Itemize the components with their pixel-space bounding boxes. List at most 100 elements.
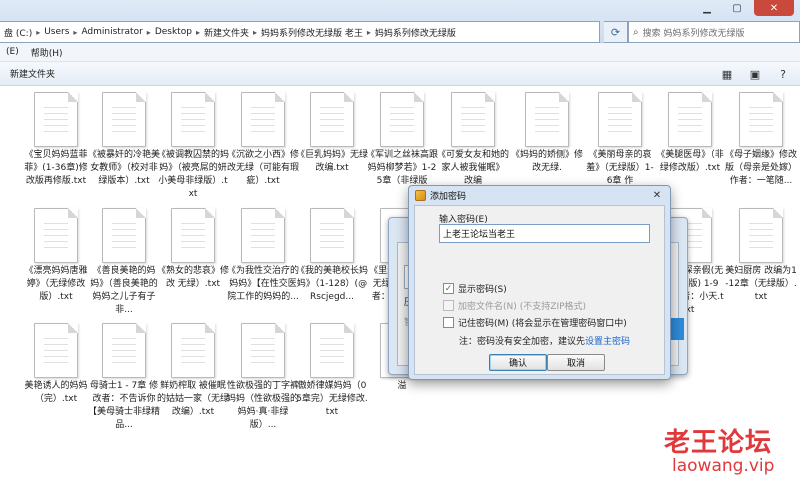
remember-password-checkbox[interactable]: 记住密码(M) (将会显示在管理密码窗口中) (443, 316, 627, 329)
file-item[interactable]: 《宝贝妈妈蓝菲菲》(1-36章)修改版再修版.txt (20, 92, 92, 188)
file-name: 《熟女的悲哀》修改 无绿）.txt (157, 266, 229, 289)
text-file-icon (34, 208, 78, 263)
file-name: 鲜奶榨取 被催眠的姑姑一家（无绿改编）.txt (157, 381, 229, 417)
file-item[interactable]: 《我的美艳校长妈妈》（1-128）(@Rscjegd... (296, 208, 368, 304)
file-name: 《母子姻缘》修改版（母亲是处嫁）作者：一笔随... (725, 150, 797, 186)
file-item[interactable]: 《可爱女友和她的家人被我催眠》 改编 (437, 92, 509, 188)
file-item[interactable]: 《沉欲之小西》修改无绿（可能有瑕疵）.txt (227, 92, 299, 188)
text-file-icon (310, 208, 354, 263)
file-item[interactable]: 《善良美艳的妈妈》（善良美艳的妈妈之儿子有子 非... (88, 208, 160, 317)
search-input[interactable]: ⌕ 搜索 妈妈系列修改无绿版 (628, 21, 800, 43)
file-item[interactable]: 《军训之丝袜高跟妈妈柳梦若》1-25章（非绿版 (366, 92, 438, 188)
search-icon: ⌕ (633, 26, 639, 38)
file-name: 母骑士1 - 7章 修改者：不告诉你【美母骑士非绿精品... (88, 381, 160, 430)
minimize-button[interactable]: ▁ (694, 0, 720, 16)
view-options-icon[interactable]: ▦ (718, 66, 736, 82)
file-name: 《善良美艳的妈妈》（善良美艳的妈妈之儿子有子 非... (90, 266, 158, 315)
file-name: 《宝贝妈妈蓝菲菲》(1-36章)修改版再修版.txt (24, 150, 88, 186)
file-item[interactable]: 《美丽母亲的哀羞》（无绿版）1-6章 作 (584, 92, 656, 188)
new-folder-button[interactable]: 新建文件夹 (10, 67, 55, 80)
file-item[interactable]: 《被调教囚禁的妈妈》（被亮屌的妍小美母非绿版）.txt (157, 92, 229, 201)
dialog-title: 添加密码 (430, 191, 467, 202)
preview-pane-icon[interactable]: ▣ (746, 66, 764, 82)
cancel-button[interactable]: 取消 (547, 354, 605, 371)
file-name: 《军训之丝袜高跟妈妈柳梦若》1-25章（非绿版 (366, 150, 438, 186)
refresh-button[interactable]: ⟳ (604, 21, 628, 43)
file-item[interactable]: 《熟女的悲哀》修改 无绿）.txt (157, 208, 229, 291)
set-master-password-link[interactable]: 设置主密码 (585, 337, 630, 347)
text-file-icon (380, 92, 424, 147)
text-file-icon (102, 323, 146, 378)
file-name: 《我的美艳校长妈妈》（1-128）(@Rscjegd... (296, 266, 368, 302)
encrypt-filename-checkbox: 加密文件名(N) (不支持ZIP格式) (443, 299, 586, 312)
file-item[interactable]: 《被暴奸的冷艳美女教师》（校对非绿版本）.txt (88, 92, 160, 188)
menu-bar: (E) 帮助(H) (0, 43, 800, 62)
confirm-button[interactable]: 确认 (489, 354, 547, 371)
breadcrumb-administrator[interactable]: Administrator (78, 27, 145, 37)
file-item[interactable]: 《巨乳妈妈》无绿改编.txt (296, 92, 368, 175)
text-file-icon (34, 92, 78, 147)
help-icon[interactable]: ? (774, 66, 792, 82)
security-note-text: 注：密码没有安全加密，建议先 (459, 337, 586, 347)
file-name: 性欲极强的丁字裤妈妈（性欲极强的妈妈·真·非绿版）... (227, 381, 299, 430)
text-file-icon (310, 323, 354, 378)
file-item[interactable]: 《母子姻缘》修改版（母亲是处嫁）作者：一笔随... (725, 92, 797, 188)
file-item[interactable]: 《妈妈的娇侧》修改无绿. (511, 92, 583, 175)
text-file-icon (171, 208, 215, 263)
text-file-icon (525, 92, 569, 147)
encrypt-filename-label: 加密文件名(N) (458, 302, 517, 312)
file-item[interactable]: 性欲极强的丁字裤妈妈（性欲极强的妈妈·真·非绿版）... (227, 323, 299, 432)
window-controls: ▁ ▢ ✕ (694, 0, 794, 16)
file-name: 《漂亮妈妈唐雅婷》（无绿修改版）.txt (24, 266, 88, 302)
dialog-body: 输入密码(E) ✓ 显示密码(S) 加密文件名(N) (不支持ZIP格式) 记住… (414, 205, 665, 375)
maximize-button[interactable]: ▢ (724, 0, 750, 16)
text-file-icon (102, 92, 146, 147)
close-icon[interactable]: ✕ (650, 188, 664, 202)
file-item[interactable]: 《为我性交治疗的妈妈》【在性交医院工作的妈妈的... (227, 208, 299, 304)
file-name: 《被调教囚禁的妈妈》（被亮屌的妍小美母非绿版）.txt (157, 150, 229, 199)
file-name: 美妇厨房 改编为1-12章（无绿版）.txt (725, 266, 797, 302)
text-file-icon (739, 92, 783, 147)
file-item[interactable]: 美妇厨房 改编为1-12章（无绿版）.txt (725, 208, 797, 304)
watermark-url: laowang.vip (672, 456, 775, 476)
menu-help[interactable]: 帮助(H) (25, 46, 69, 59)
breadcrumb-users[interactable]: Users (41, 27, 72, 37)
file-item[interactable]: 鲜奶榨取 被催眠的姑姑一家（无绿改编）.txt (157, 323, 229, 419)
text-file-icon (241, 92, 285, 147)
close-window-button[interactable]: ✕ (754, 0, 794, 16)
text-file-icon (241, 323, 285, 378)
text-file-icon (34, 323, 78, 378)
breadcrumb[interactable]: 盘 (C:) ▸ Users ▸ Administrator ▸ Desktop ▸ 新… (0, 21, 600, 43)
dialog-titlebar: 添加密码 ✕ (409, 186, 670, 204)
text-file-icon (102, 208, 146, 263)
file-name: 《沉欲之小西》修改无绿（可能有瑕疵）.txt (227, 150, 299, 186)
refresh-icon: ⟳ (610, 25, 621, 39)
breadcrumb-new-folder[interactable]: 新建文件夹 (201, 26, 252, 39)
file-item[interactable]: 《漂亮妈妈唐雅婷》（无绿修改版）.txt (20, 208, 92, 304)
file-name: 傲娇律媒妈妈（05章完）无绿修改.txt (296, 381, 368, 417)
file-name: 《美腿医母》（非绿修改版）.txt (656, 150, 724, 173)
breadcrumb-desktop[interactable]: Desktop (152, 27, 195, 37)
toolbar: 新建文件夹 ▦ ▣ ? (0, 62, 800, 86)
show-password-checkbox[interactable]: ✓ 显示密码(S) (443, 282, 507, 295)
password-input[interactable] (439, 224, 650, 243)
text-file-icon (668, 92, 712, 147)
file-name: 溢 (397, 381, 407, 391)
file-item[interactable]: 《美腿医母》（非绿修改版）.txt (654, 92, 726, 175)
file-name: 《妈妈的娇侧》修改无绿. (511, 150, 583, 173)
encrypt-filename-note: (不支持ZIP格式) (519, 302, 587, 312)
text-file-icon (171, 323, 215, 378)
file-item[interactable]: 母骑士1 - 7章 修改者：不告诉你【美母骑士非绿精品... (88, 323, 160, 432)
checkmark-icon: ✓ (443, 283, 454, 294)
menu-edit[interactable]: (E) (0, 47, 25, 57)
text-file-icon (310, 92, 354, 147)
file-name: 《被暴奸的冷艳美女教师》（校对非绿版本）.txt (88, 150, 160, 186)
breadcrumb-series-laowang[interactable]: 妈妈系列修改无绿版 老王 (258, 26, 366, 39)
file-name: 美艳诱人的妈妈（完）.txt (24, 381, 88, 404)
file-item[interactable]: 傲娇律媒妈妈（05章完）无绿修改.txt (296, 323, 368, 419)
breadcrumb-drive[interactable]: 盘 (C:) (1, 26, 35, 39)
security-note: 注：密码没有安全加密，建议先设置主密码 (459, 334, 630, 347)
breadcrumb-series[interactable]: 妈妈系列修改无绿版 (372, 26, 459, 39)
file-item[interactable]: 美艳诱人的妈妈（完）.txt (20, 323, 92, 406)
archive-icon (415, 189, 426, 201)
